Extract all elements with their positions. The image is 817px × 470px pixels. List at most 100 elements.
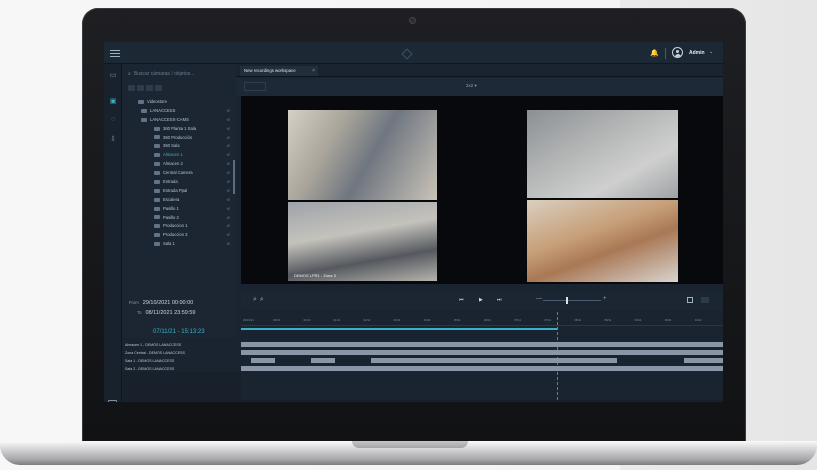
recording-icon: ⏎: [226, 232, 230, 238]
camera-tree-panel: ⌕ Buscar cámaras / objetos... Videostore L…: [123, 64, 236, 294]
tree-tool-button[interactable]: [128, 85, 135, 91]
tree-item[interactable]: LANACCESS ⏎: [128, 107, 233, 116]
previous-button[interactable]: ⏮: [459, 297, 464, 303]
menu-icon[interactable]: [110, 50, 120, 57]
timeline-track[interactable]: [241, 342, 723, 347]
camera-view-3[interactable]: [527, 110, 678, 198]
close-icon[interactable]: ×: [312, 66, 315, 76]
export-icon[interactable]: ⇩: [108, 136, 118, 144]
current-time: 07/11/21 - 15:13:23: [153, 329, 205, 335]
recordings-icon[interactable]: ▣: [108, 98, 118, 106]
search-input[interactable]: ⌕ Buscar cámaras / objetos...: [128, 71, 230, 80]
recording-segment[interactable]: [250, 358, 275, 363]
recording-icon: ⏎: [226, 205, 230, 211]
logo-icon: [401, 48, 413, 60]
video-grid: DEMOS LPR1 - Zona 3: [241, 96, 723, 284]
recording-icon: ⏎: [226, 179, 230, 185]
chevron-down-icon[interactable]: ⌄: [709, 49, 713, 55]
timeline[interactable]: 29/10/21 30/10 31/10 01/11 02/11 03/11 04/11 05…: [241, 312, 723, 400]
tree-item[interactable]: Almacen 2 ⏎: [128, 160, 233, 169]
speed-plus-button[interactable]: +: [603, 296, 607, 302]
speed-minus-button[interactable]: —: [536, 296, 542, 302]
tree-item[interactable]: 360 Sala ⏎: [128, 142, 233, 151]
layout-selector[interactable]: 2x2 ▾: [466, 83, 477, 89]
from-date-field[interactable]: From 29/10/2021 00:00:00: [129, 298, 193, 307]
tree-item[interactable]: 360 Planta 1 Sala ⏎: [128, 125, 233, 134]
top-bar: 🔔 Admin ⌄: [104, 42, 723, 64]
speed-slider[interactable]: [543, 300, 601, 301]
tree-item[interactable]: Videostore: [128, 98, 233, 107]
recording-segment[interactable]: [241, 350, 723, 355]
scrollbar[interactable]: [233, 160, 235, 194]
recording-icon: ⏎: [226, 143, 230, 149]
timeline-tick: 29/10/21: [243, 318, 254, 322]
tree-item[interactable]: Escalera ⏎: [128, 196, 233, 205]
camera-view-2[interactable]: DEMOS LPR1 - Zona 3: [288, 202, 437, 281]
tree-item[interactable]: Entrada ⏎: [128, 178, 233, 187]
timeline-tick: 06/11: [484, 318, 491, 322]
tab-workspace[interactable]: New recordings workspace ×: [240, 66, 318, 76]
timeline-tick: 05/11: [453, 318, 461, 322]
timeline-tick: 31/10: [303, 318, 311, 322]
camera-label: DEMOS LPR1 - Zona 3: [294, 273, 336, 278]
camera-view-4[interactable]: [527, 200, 678, 282]
tree-tool-button[interactable]: [137, 85, 144, 91]
camera-icon: [154, 153, 160, 158]
recording-segment[interactable]: [241, 342, 723, 347]
tree-tool-button[interactable]: [155, 85, 162, 91]
timeline-tick: 03/11: [393, 318, 401, 322]
camera-icon: [154, 171, 160, 176]
panel-toggle-icon[interactable]: [108, 400, 117, 402]
to-value: 08/11/2021 23:59:59: [145, 310, 196, 316]
camera-icon: [154, 197, 160, 202]
search-icon: ⌕: [128, 71, 131, 77]
alert-icon[interactable]: ◌: [108, 116, 118, 124]
tree-item-label: Pasillo 2: [163, 214, 179, 220]
divider: [665, 48, 666, 59]
toolbar-button[interactable]: [244, 82, 266, 91]
camera-icon[interactable]: ▭: [108, 72, 118, 80]
timeline-tick: 09/11: [664, 318, 672, 322]
timeline-track[interactable]: [241, 350, 723, 355]
recording-icon: ⏎: [226, 223, 230, 229]
playhead[interactable]: [556, 312, 558, 400]
tree-item[interactable]: Almacen 1 ⏎: [128, 151, 233, 160]
tree-tool-button[interactable]: [146, 85, 153, 91]
recording-icon: ⏎: [226, 161, 230, 167]
camera-icon: [154, 206, 160, 211]
recording-segment[interactable]: [371, 358, 617, 363]
recording-icon: ⏎: [226, 170, 230, 176]
tree-item[interactable]: Pasillo 1 ⏎: [128, 205, 233, 214]
tree-item[interactable]: Entrada Ppal ⏎: [128, 187, 233, 196]
webcam: [410, 18, 415, 23]
user-name[interactable]: Admin: [689, 50, 705, 56]
tree-item-label: Escalera: [163, 196, 180, 202]
recording-segment[interactable]: [684, 358, 723, 363]
play-button[interactable]: ▶: [479, 297, 483, 303]
search-placeholder: Buscar cámaras / objetos...: [133, 71, 195, 77]
tree-item[interactable]: Produccion 3 ⏎: [128, 231, 233, 240]
tree-item[interactable]: Sala 1 ⏎: [128, 240, 233, 249]
tree-item[interactable]: LANACCESS-CAMS ⏎: [128, 116, 233, 125]
fullscreen-icon[interactable]: [687, 297, 693, 303]
recording-segment[interactable]: [310, 358, 335, 363]
user-avatar-icon[interactable]: [672, 47, 683, 58]
timeline-track[interactable]: [241, 366, 723, 371]
camera-view-1[interactable]: [288, 110, 437, 200]
tree-item[interactable]: Produccion 1 ⏎: [128, 222, 233, 231]
tree-item[interactable]: 360 Producción ⏎: [128, 134, 233, 143]
recording-segment[interactable]: [241, 366, 723, 371]
bell-icon[interactable]: 🔔: [650, 49, 659, 57]
zoom-icons[interactable]: ⌕⌕: [253, 296, 267, 304]
camera-icon: [154, 242, 160, 247]
timeline-ruler: 29/10/21 30/10 31/10 01/11 02/11 03/11 04/11 05…: [241, 315, 723, 326]
tree-item[interactable]: Central Camera ⏎: [128, 169, 233, 178]
speed-slider-knob[interactable]: [566, 297, 568, 304]
tree-item[interactable]: Pasillo 2 ⏎: [128, 214, 233, 223]
next-button[interactable]: ⏭: [497, 297, 502, 303]
options-button[interactable]: [701, 297, 709, 303]
folder-icon: [138, 99, 144, 104]
timeline-track[interactable]: [241, 358, 723, 363]
track-label: Sala 2 - DEMOS LANACCESS: [125, 367, 175, 371]
to-date-field[interactable]: To 08/11/2021 23:59:59: [137, 308, 196, 317]
